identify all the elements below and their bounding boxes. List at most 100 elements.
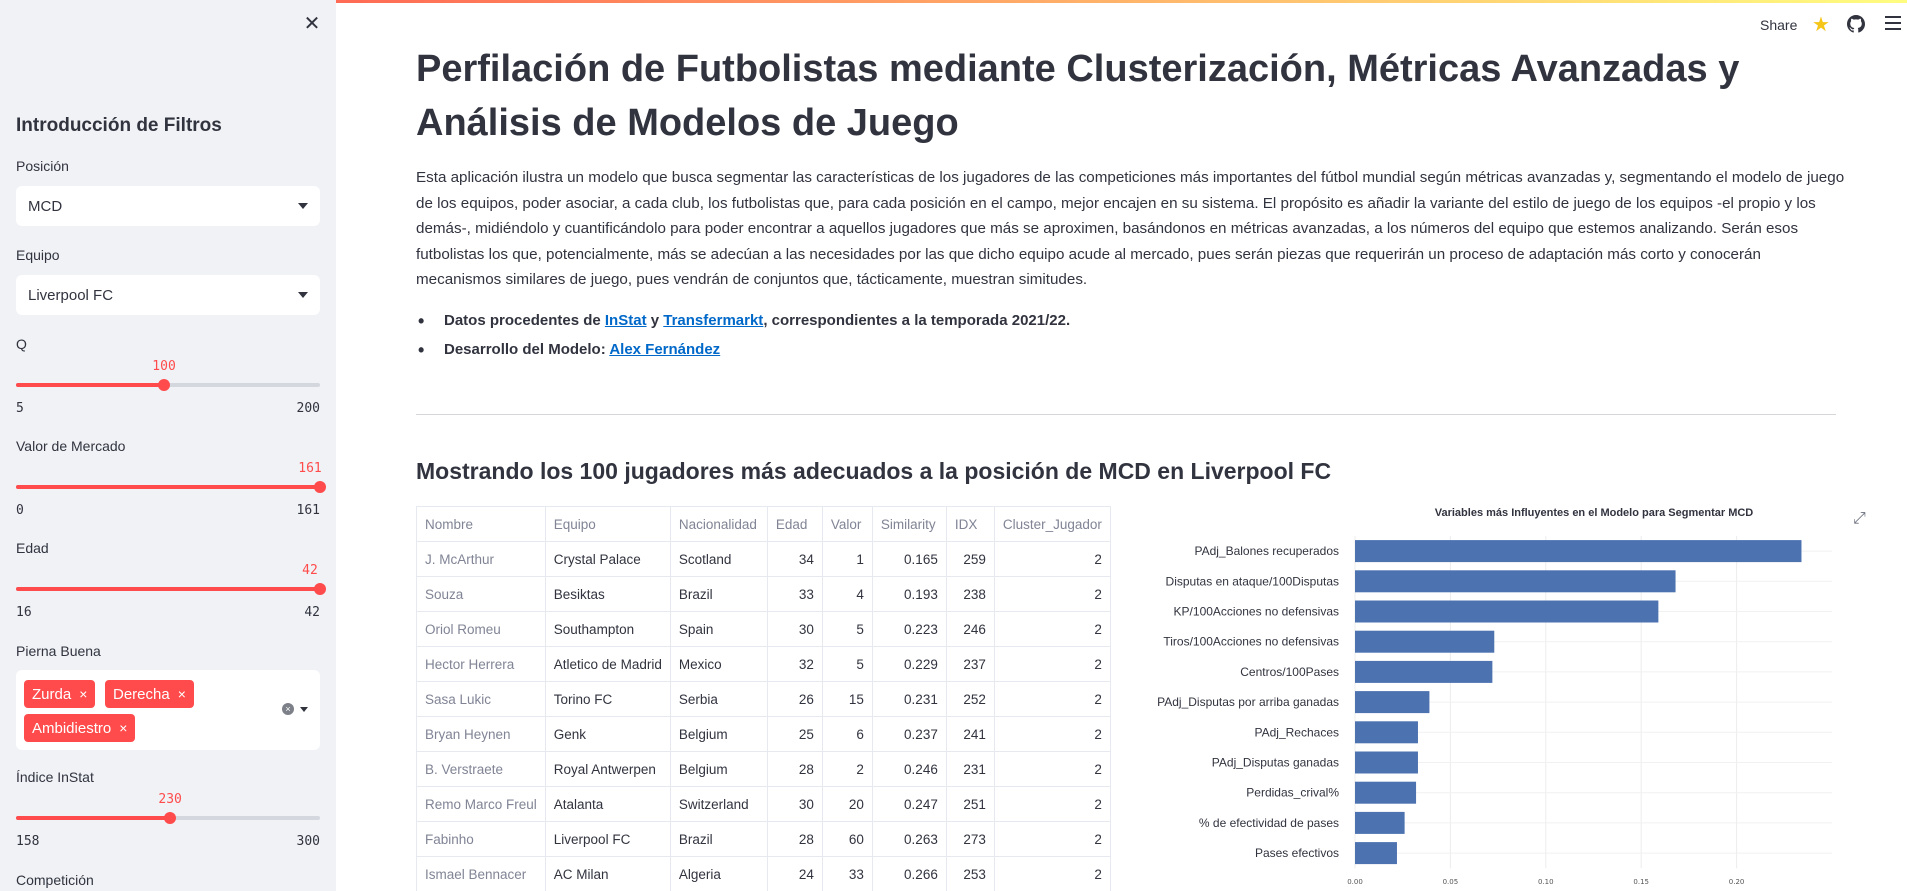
table-cell: Souza	[416, 576, 546, 612]
table-cell: 241	[945, 716, 995, 752]
column-header[interactable]: Nacionalidad	[669, 506, 768, 542]
equipo-select[interactable]: Liverpool FC	[16, 275, 320, 315]
table-cell: 24	[766, 856, 823, 891]
column-header[interactable]: Cluster_Jugador	[993, 506, 1111, 542]
divider	[416, 414, 1836, 415]
table-cell: Belgium	[669, 751, 768, 787]
table-row[interactable]: Fabinho Liverpool FC Brazil 28 60 0.263 273 2	[416, 821, 1111, 857]
bullet-text: y	[646, 312, 664, 329]
instat-slider[interactable]: 230 158 300	[16, 788, 320, 849]
remove-tag-icon[interactable]: ×	[79, 686, 87, 702]
posicion-select[interactable]: MCD	[16, 186, 320, 226]
table-row[interactable]: Bryan Heynen Genk Belgium 25 6 0.237 241 2	[416, 716, 1111, 752]
slider-fill	[16, 383, 165, 387]
column-header[interactable]: IDX	[945, 506, 995, 542]
valor-label: Valor de Mercado	[16, 438, 126, 454]
players-table[interactable]: Nombre Equipo Nacionalidad Edad Valor Si…	[416, 506, 1111, 891]
slider-min: 5	[16, 401, 24, 416]
transfermarkt-link[interactable]: Transfermarkt	[663, 312, 763, 329]
slider-max: 200	[296, 401, 320, 416]
clear-all-icon[interactable]: ×	[282, 703, 294, 715]
x-tick-label: 0.15	[1633, 878, 1649, 886]
github-icon[interactable]	[1847, 15, 1865, 33]
y-tick-label: PAdj_Rechaces	[1255, 725, 1340, 739]
table-cell: 2	[993, 576, 1111, 612]
y-tick-label: PAdj_Disputas por arriba ganadas	[1157, 695, 1339, 709]
slider-value: 100	[152, 359, 176, 374]
column-header[interactable]: Edad	[766, 506, 823, 542]
instat-link[interactable]: InStat	[605, 312, 647, 329]
column-header[interactable]: Equipo	[544, 506, 671, 542]
slider-min: 16	[16, 605, 32, 620]
table-row[interactable]: J. McArthur Crystal Palace Scotland 34 1 0.16…	[416, 541, 1111, 577]
table-cell: 231	[945, 751, 995, 787]
fullscreen-icon[interactable]: ⤢	[1853, 510, 1866, 528]
table-cell: 0.223	[871, 611, 947, 647]
y-tick-label: Disputas en ataque/100Disputas	[1166, 574, 1339, 588]
results-heading: Mostrando los 100 jugadores más adecuado…	[416, 458, 1332, 484]
slider-thumb[interactable]	[314, 481, 326, 493]
table-cell: 2	[993, 541, 1111, 577]
table-cell: 0.247	[871, 786, 947, 822]
table-cell: 0.231	[871, 681, 947, 717]
table-row[interactable]: B. Verstraete Royal Antwerpen Belgium 28 2 0.…	[416, 751, 1111, 787]
posicion-label: Posición	[16, 158, 69, 174]
remove-tag-icon[interactable]: ×	[119, 720, 127, 736]
bullet-text: Datos procedentes de	[444, 312, 605, 329]
bar-1	[1355, 570, 1676, 593]
table-row[interactable]: Souza Besiktas Brazil 33 4 0.193 238 2	[416, 576, 1111, 612]
chevron-down-icon[interactable]	[300, 707, 308, 712]
column-header[interactable]: Nombre	[416, 506, 546, 542]
share-button[interactable]: Share	[1760, 17, 1797, 33]
table-cell: 2	[993, 821, 1111, 857]
table-row[interactable]: Hector Herrera Atletico de Madrid Mexico 32…	[416, 646, 1111, 682]
table-cell: Brazil	[669, 821, 768, 857]
bar-2	[1355, 600, 1659, 623]
slider-thumb[interactable]	[158, 379, 171, 391]
table-cell: 238	[945, 576, 995, 612]
table-cell: 2	[993, 786, 1111, 822]
remove-tag-icon[interactable]: ×	[178, 686, 186, 702]
table-cell: 2	[993, 611, 1111, 647]
tag-ambidiestro[interactable]: Ambidiestro ×	[24, 714, 136, 742]
tag-derecha[interactable]: Derecha ×	[105, 680, 194, 708]
y-tick-label: Perdidas_crival%	[1246, 786, 1339, 800]
y-tick-label: PAdj_Disputas ganadas	[1212, 756, 1339, 770]
q-slider[interactable]: 100 5 200	[16, 355, 320, 416]
table-cell: Sasa Lukic	[416, 681, 546, 717]
table-cell: 20	[821, 786, 873, 822]
table-cell: Ismael Bennacer	[416, 856, 546, 891]
table-cell: 251	[945, 786, 995, 822]
tag-zurda[interactable]: Zurda ×	[24, 680, 96, 708]
bar-9	[1355, 811, 1405, 834]
author-link[interactable]: Alex Fernández	[609, 341, 720, 358]
table-cell: 4	[821, 576, 873, 612]
table-row[interactable]: Remo Marco Freul Atalanta Switzerland 30 20 0…	[416, 786, 1111, 822]
table-row[interactable]: Sasa Lukic Torino FC Serbia 26 15 0.231 252 2	[416, 681, 1111, 717]
slider-thumb[interactable]	[164, 812, 177, 824]
info-list: Datos procedentes de InStat y Transferma…	[416, 311, 1071, 370]
hamburger-menu-icon[interactable]	[1885, 16, 1901, 34]
tag-label: Derecha	[113, 685, 170, 703]
close-sidebar-icon[interactable]: ✕	[302, 14, 322, 34]
table-cell: 33	[821, 856, 873, 891]
slider-max: 161	[296, 503, 320, 518]
slider-min: 0	[16, 503, 24, 518]
table-row[interactable]: Ismael Bennacer AC Milan Algeria 24 33 0.266 2…	[416, 856, 1111, 891]
valor-slider[interactable]: 161 0 161	[16, 457, 326, 518]
edad-slider[interactable]: 42 16 42	[16, 559, 326, 620]
column-header[interactable]: Valor	[821, 506, 873, 542]
slider-thumb[interactable]	[314, 583, 326, 595]
table-cell: 2	[993, 751, 1111, 787]
table-cell: 2	[993, 681, 1111, 717]
column-header[interactable]: Similarity	[871, 506, 947, 542]
star-icon[interactable]: ★	[1812, 12, 1830, 37]
table-cell: Mexico	[669, 646, 768, 682]
bullet-text: Desarrollo del Modelo:	[444, 341, 610, 358]
table-row[interactable]: Oriol Romeu Southampton Spain 30 5 0.223 246 2	[416, 611, 1111, 647]
table-cell: 2	[993, 716, 1111, 752]
page-title: Perfilación de Futbolistas mediante Clus…	[416, 48, 1740, 144]
pierna-multiselect[interactable]: Zurda × Derecha × Ambidiestro × ×	[16, 670, 320, 750]
table-cell: 237	[945, 646, 995, 682]
bullet-text: , correspondientes a la temporada 2021/2…	[763, 312, 1071, 329]
